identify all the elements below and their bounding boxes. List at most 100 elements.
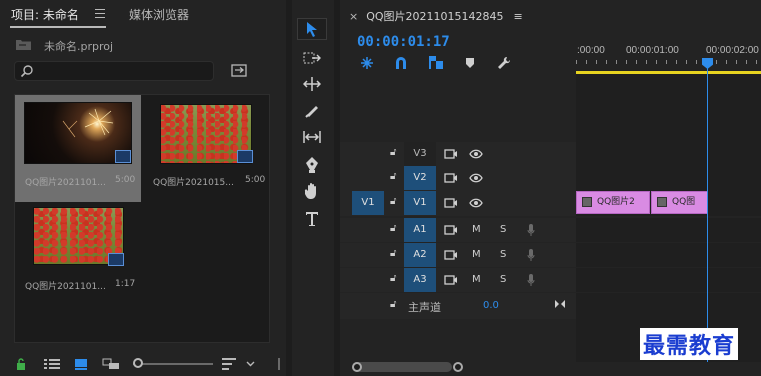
scrollbar-left-handle[interactable] <box>352 362 362 372</box>
eye-icon[interactable] <box>469 149 483 159</box>
clip-item-3[interactable]: QQ图片2021101... 1:17 <box>15 202 141 309</box>
scrollbar-right-handle[interactable] <box>453 362 463 372</box>
tab-project[interactable]: 项目: 未命名 <box>11 6 79 23</box>
clip-name: QQ图片2021101... <box>25 178 106 188</box>
solo-button[interactable]: S <box>500 274 506 285</box>
sync-lock-icon[interactable] <box>444 275 458 285</box>
mute-button[interactable]: M <box>472 274 481 285</box>
add-marker-icon[interactable] <box>465 57 475 69</box>
panel-menu-icon[interactable] <box>95 9 105 21</box>
lock-icon[interactable]: 🔓︎ <box>390 273 396 284</box>
playhead-timecode[interactable]: 00:00:01:17 <box>357 34 450 50</box>
sequence-tab[interactable]: × QQ图片20211015142845 ≡ <box>349 8 523 24</box>
sync-lock-icon[interactable] <box>444 149 458 159</box>
track-select-tool-icon[interactable] <box>297 47 327 69</box>
track-header <box>340 293 576 319</box>
project-bottom-bar <box>0 352 286 376</box>
ruler-label-2: 00:00:02:00 <box>706 45 759 56</box>
sequence-name: QQ图片20211015142845 <box>366 10 504 23</box>
microphone-icon[interactable] <box>527 273 535 287</box>
project-file-name: 未命名.prproj <box>44 40 114 53</box>
ripple-edit-tool-icon[interactable] <box>297 73 327 95</box>
timeline-clip-1[interactable]: QQ图片2 <box>576 191 650 214</box>
fx-icon <box>657 197 667 207</box>
lock-icon[interactable]: 🔓︎ <box>390 171 396 182</box>
zoom-slider-handle[interactable] <box>133 358 143 368</box>
track-content[interactable] <box>576 142 761 166</box>
clip-item-2[interactable]: QQ图片2021015... 5:00 <box>143 95 269 202</box>
freeform-view-icon[interactable] <box>102 358 120 370</box>
microphone-icon[interactable] <box>527 248 535 262</box>
type-tool-icon[interactable] <box>297 208 327 230</box>
master-volume-value[interactable]: 0.0 <box>483 300 499 311</box>
track-name[interactable]: V3 <box>404 142 436 166</box>
lock-icon[interactable]: 🔓︎ <box>390 147 396 158</box>
track-header <box>340 268 576 292</box>
list-view-icon[interactable] <box>44 359 60 369</box>
lock-icon[interactable]: 🔓︎ <box>390 196 396 207</box>
lock-icon[interactable]: 🔓︎ <box>390 248 396 259</box>
track-name[interactable]: V2 <box>404 166 436 190</box>
icon-view-icon[interactable] <box>74 358 88 370</box>
track-header <box>340 243 576 267</box>
new-bin-icon[interactable] <box>231 63 247 77</box>
sync-lock-icon[interactable] <box>444 225 458 235</box>
track-name[interactable]: A3 <box>404 268 436 292</box>
razor-tool-icon[interactable] <box>297 100 327 122</box>
eye-icon[interactable] <box>469 198 483 208</box>
project-panel: 项目: 未命名 媒体浏览器 未命名.prproj QQ图片2021101... … <box>0 0 286 376</box>
lock-icon[interactable]: 🔓︎ <box>390 299 396 310</box>
selection-tool-icon[interactable] <box>297 18 327 40</box>
wrench-icon[interactable] <box>497 56 511 70</box>
track-content[interactable] <box>576 218 761 242</box>
media-grid: QQ图片2021101... 5:00 QQ图片2021015... 5:00 … <box>14 94 270 343</box>
sync-lock-icon[interactable] <box>444 198 458 208</box>
linked-selection-icon[interactable] <box>428 55 444 70</box>
slip-tool-icon[interactable] <box>297 126 327 148</box>
nest-icon[interactable] <box>360 56 374 70</box>
mute-button[interactable]: M <box>472 224 481 235</box>
solo-button[interactable]: S <box>500 249 506 260</box>
search-input[interactable] <box>14 61 214 81</box>
lock-icon[interactable]: 🔓︎ <box>390 223 396 234</box>
horizontal-scrollbar[interactable] <box>352 362 452 372</box>
track-area-spacer <box>576 74 761 142</box>
sync-lock-icon[interactable] <box>444 250 458 260</box>
track-name[interactable]: A1 <box>404 218 436 242</box>
track-content[interactable] <box>576 166 761 190</box>
track-content[interactable] <box>576 293 761 319</box>
solo-button[interactable]: S <box>500 224 506 235</box>
track-name[interactable]: V1 <box>404 191 436 215</box>
track-name[interactable]: A2 <box>404 243 436 267</box>
timeline-panel: × QQ图片20211015142845 ≡ 00:00:01:17 :00:00 … <box>340 0 761 376</box>
track-v3: 🔓︎ V3 <box>340 142 761 166</box>
track-content[interactable] <box>576 243 761 267</box>
watermark-logo: 最需教育 <box>640 328 739 360</box>
track-content[interactable] <box>576 268 761 292</box>
fx-icon <box>582 197 592 207</box>
eye-icon[interactable] <box>469 173 483 183</box>
sort-icon[interactable] <box>222 358 236 370</box>
microphone-icon[interactable] <box>527 223 535 237</box>
track-v1: V1 🔓︎ V1 QQ图片2 QQ图 <box>340 190 761 216</box>
timeline-clip-2[interactable]: QQ图 <box>651 191 708 214</box>
sync-lock-icon[interactable] <box>444 173 458 183</box>
mute-button[interactable]: M <box>472 249 481 260</box>
clip-duration: 1:17 <box>115 279 136 289</box>
hand-tool-icon[interactable] <box>297 180 327 202</box>
zoom-slider-track[interactable] <box>133 363 213 365</box>
close-icon[interactable]: × <box>349 10 358 23</box>
chevron-down-icon[interactable] <box>246 361 255 367</box>
clip-duration: 5:00 <box>245 175 266 185</box>
tab-media-browser[interactable]: 媒体浏览器 <box>129 6 189 23</box>
track-header-footer <box>340 319 576 362</box>
sequence-menu-icon[interactable]: ≡ <box>514 10 523 23</box>
source-patch-v1[interactable]: V1 <box>352 191 384 215</box>
go-to-end-icon[interactable] <box>554 299 566 309</box>
snap-magnet-icon[interactable] <box>394 56 408 70</box>
pen-tool-icon[interactable] <box>297 154 327 176</box>
lock-icon[interactable] <box>16 358 26 370</box>
sparkler-graphic <box>62 108 114 138</box>
playhead-line[interactable] <box>707 66 708 362</box>
clip-item-1[interactable]: QQ图片2021101... 5:00 <box>15 95 141 202</box>
